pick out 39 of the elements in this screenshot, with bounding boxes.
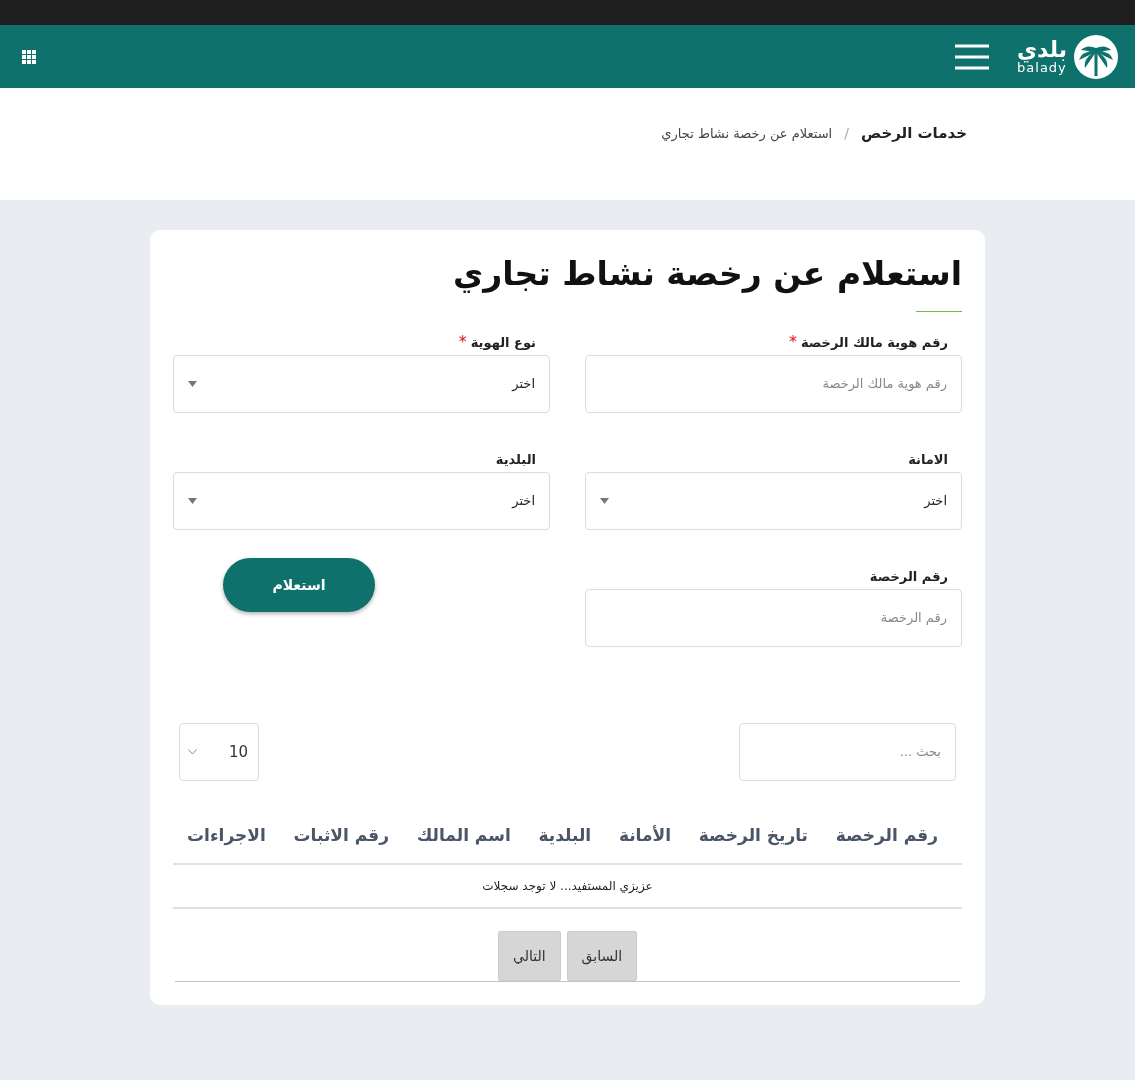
column-header[interactable]: رقم الرخصة — [835, 824, 938, 845]
pagination-button[interactable]: السابق — [566, 930, 638, 981]
field-label: رقم الرخصة — [869, 568, 949, 584]
column-header[interactable]: الأمانة — [618, 824, 671, 845]
page-size-select[interactable]: 10 — [179, 722, 259, 781]
column-header[interactable]: رقم الاثبات — [293, 824, 389, 845]
field-label: رقم هوية مالك الرخصة — [800, 334, 949, 350]
text-field[interactable]: رقم هوية مالك الرخصة — [585, 354, 962, 413]
column-header[interactable]: اسم المالك — [416, 824, 511, 845]
dropdown-field[interactable]: اختر — [173, 471, 550, 530]
field-label: الامانة — [908, 451, 949, 467]
chevron-down-icon — [188, 748, 197, 755]
breadcrumb-item[interactable]: خدمات الرخص — [860, 124, 967, 142]
logo-text: balady — [1017, 61, 1067, 74]
submit-button[interactable]: استعلام — [223, 557, 375, 612]
page-title: استعلام عن رخصة نشاط تجاري — [451, 254, 962, 293]
breadcrumb-separator: / — [844, 125, 849, 141]
palm-tree-icon — [1073, 33, 1119, 80]
field-label: نوع الهوية — [470, 334, 537, 350]
text-field[interactable]: رقم الرخصة — [585, 588, 962, 647]
column-header[interactable]: تاريخ الرخصة — [698, 824, 808, 845]
caret-icon — [600, 497, 609, 504]
caret-icon — [188, 380, 197, 387]
caret-icon — [188, 497, 197, 504]
empty-message: عزيزي المستفيد... لا توجد سجلات — [173, 864, 962, 909]
column-header[interactable]: البلدية — [538, 824, 592, 845]
required-mark: * — [458, 331, 467, 351]
column-header[interactable]: الاجراءات — [187, 824, 266, 845]
required-mark: * — [788, 331, 797, 351]
search-field[interactable]: بحث ... — [739, 722, 956, 781]
apps-grid-icon[interactable] — [22, 49, 36, 64]
pagination-button[interactable]: التالي — [497, 930, 561, 981]
logo-text: بلدي — [1016, 39, 1067, 61]
dropdown-field[interactable]: اختر — [585, 471, 962, 530]
menu-icon[interactable] — [954, 43, 989, 70]
breadcrumb-item: استعلام عن رخصة نشاط تجاري — [661, 125, 833, 141]
field-label: البلدية — [495, 451, 537, 467]
title-underline — [916, 311, 962, 312]
dropdown-field[interactable]: اختر — [173, 354, 550, 413]
